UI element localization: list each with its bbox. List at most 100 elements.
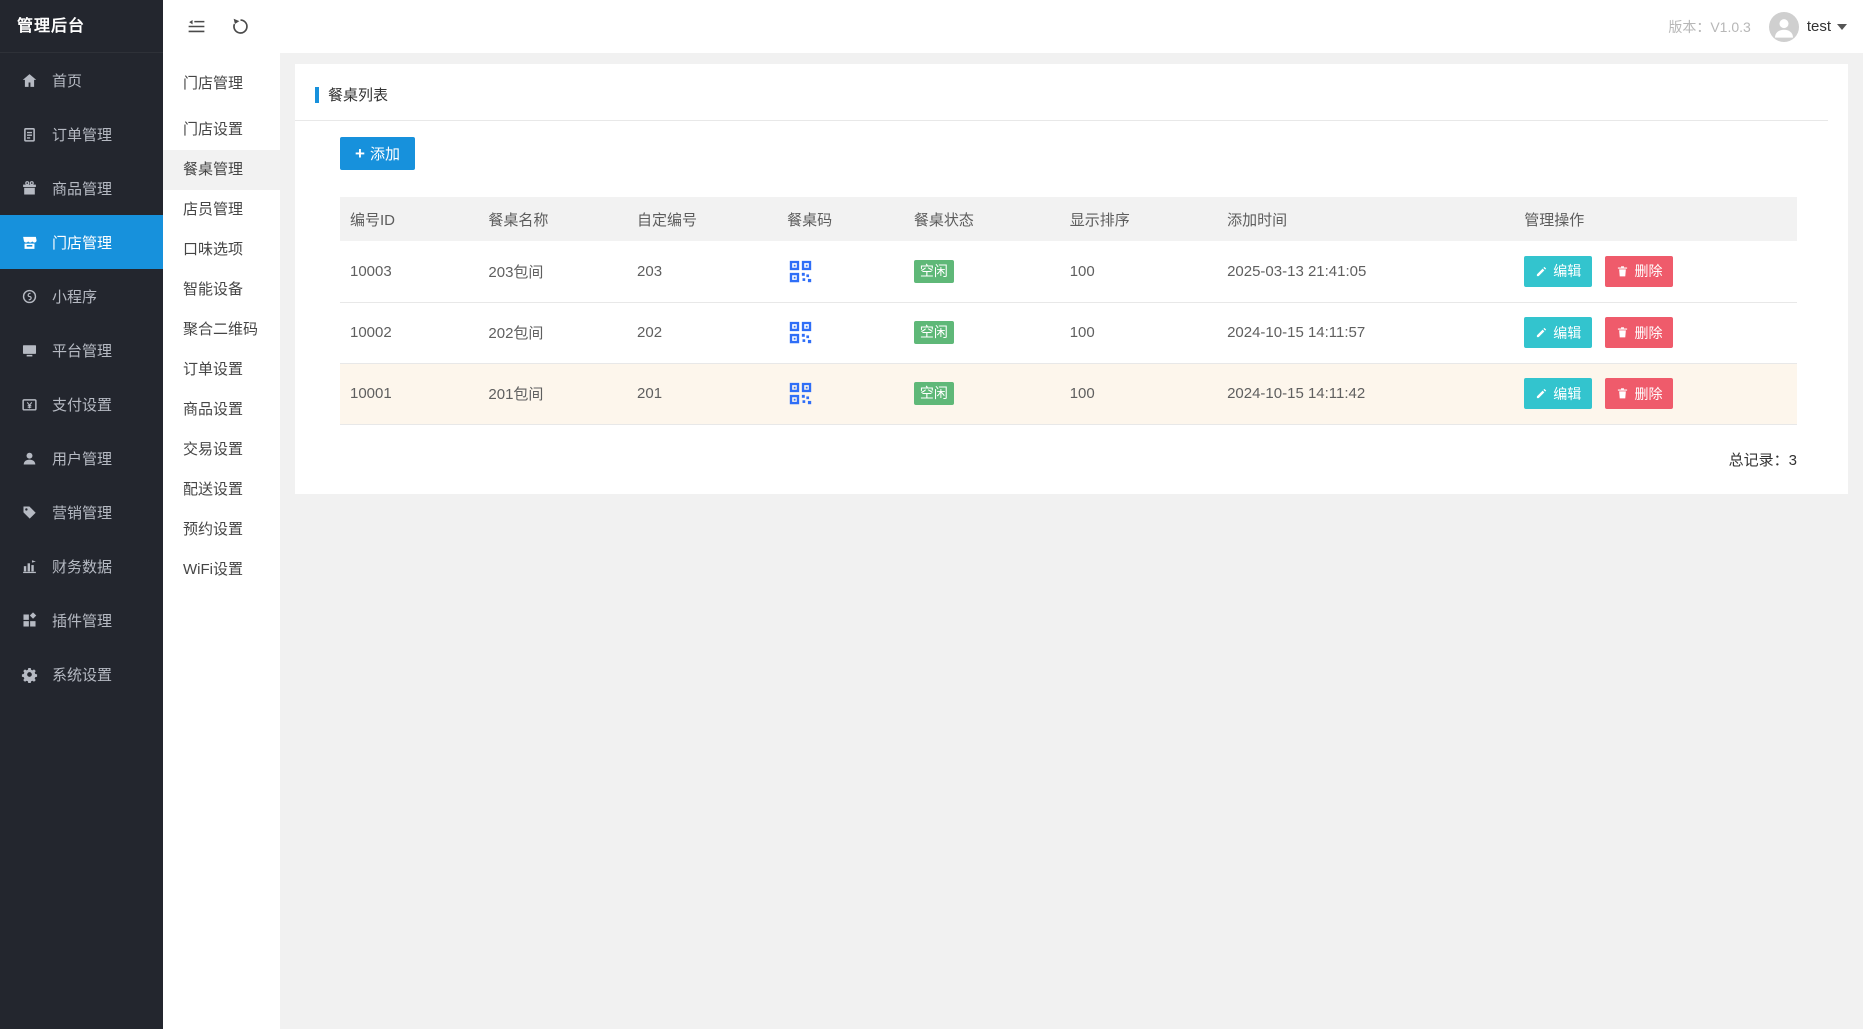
sidebar-item[interactable]: 支付设置	[0, 377, 163, 431]
column-header: 餐桌名称	[478, 197, 627, 241]
submenu-item[interactable]: 配送设置	[163, 470, 280, 510]
edit-button-label: 编辑	[1553, 261, 1581, 281]
column-header: 编号ID	[340, 197, 478, 241]
sidebar-item[interactable]: 系统设置	[0, 647, 163, 701]
edit-button[interactable]: 编辑	[1524, 256, 1592, 287]
avatar[interactable]	[1769, 12, 1799, 42]
add-button-label: 添加	[370, 143, 400, 164]
submenu-item[interactable]: 口味选项	[163, 230, 280, 270]
sidebar-item-label: 用户管理	[52, 448, 112, 469]
add-button[interactable]: + 添加	[340, 137, 415, 170]
cell-id: 10001	[340, 363, 478, 424]
submenu-item[interactable]: 餐桌管理	[163, 150, 280, 190]
cell-code: 202	[627, 302, 777, 363]
submenu-item[interactable]: 聚合二维码	[163, 310, 280, 350]
sidebar-item[interactable]: 平台管理	[0, 323, 163, 377]
sidebar-item-label: 支付设置	[52, 394, 112, 415]
sidebar-item-icon	[21, 396, 38, 413]
main-content: 餐桌列表 + 添加	[280, 53, 1863, 1029]
sidebar-item[interactable]: 插件管理	[0, 593, 163, 647]
qr-code-icon[interactable]	[787, 380, 814, 407]
delete-button[interactable]: 删除	[1605, 256, 1673, 287]
edit-button[interactable]: 编辑	[1524, 317, 1592, 348]
title-accent-bar	[315, 87, 319, 103]
sidebar-item[interactable]: 用户管理	[0, 431, 163, 485]
table-card: 餐桌列表 + 添加	[295, 64, 1848, 494]
cell-id: 10003	[340, 241, 478, 302]
table-header-row: 编号ID餐桌名称自定编号餐桌码餐桌状态显示排序添加时间管理操作	[340, 197, 1797, 241]
card-title-row: 餐桌列表	[295, 64, 1828, 121]
sidebar-item[interactable]: 营销管理	[0, 485, 163, 539]
collapse-menu-icon[interactable]	[186, 16, 207, 37]
cell-id: 10002	[340, 302, 478, 363]
secondary-sidebar: 门店管理 门店设置 餐桌管理 店员管理 口味选项 智能设备 聚合二维码 订单设置…	[163, 53, 280, 1029]
qr-code-icon[interactable]	[787, 319, 814, 346]
sidebar-item-icon	[21, 450, 38, 467]
total-records: 总记录：3	[340, 449, 1797, 470]
sidebar-item-icon	[21, 666, 38, 683]
refresh-icon[interactable]	[230, 16, 251, 37]
delete-button[interactable]: 删除	[1605, 378, 1673, 409]
cell-time: 2024-10-15 14:11:57	[1217, 302, 1514, 363]
caret-down-icon	[1837, 24, 1847, 30]
submenu-item[interactable]: 商品设置	[163, 390, 280, 430]
primary-sidebar: 管理后台 首页 订单管理 商品管理	[0, 0, 163, 1029]
sidebar-item[interactable]: 商品管理	[0, 161, 163, 215]
submenu-item[interactable]: 交易设置	[163, 430, 280, 470]
sidebar-item[interactable]: 财务数据	[0, 539, 163, 593]
cell-name: 201包间	[478, 363, 627, 424]
trash-icon	[1616, 387, 1629, 400]
sidebar-item-icon	[21, 180, 38, 197]
edit-button[interactable]: 编辑	[1524, 378, 1592, 409]
submenu-item[interactable]: 预约设置	[163, 510, 280, 550]
topbar: 版本：V1.0.3 test	[163, 0, 1863, 53]
submenu-item[interactable]: 店员管理	[163, 190, 280, 230]
sidebar-item-icon	[21, 288, 38, 305]
sidebar-item-label: 小程序	[52, 286, 97, 307]
edit-button-label: 编辑	[1553, 323, 1581, 343]
qr-code-icon[interactable]	[787, 258, 814, 285]
submenu-item[interactable]: 门店设置	[163, 110, 280, 150]
submenu-item[interactable]: 门店管理	[163, 62, 280, 110]
submenu-item[interactable]: 智能设备	[163, 270, 280, 310]
trash-icon	[1616, 326, 1629, 339]
sidebar-item[interactable]: 门店管理	[0, 215, 163, 269]
cell-time: 2024-10-15 14:11:42	[1217, 363, 1514, 424]
sidebar-item[interactable]: 小程序	[0, 269, 163, 323]
column-header: 餐桌码	[777, 197, 904, 241]
table-row: 10002 202包间 202 空闲 100 2024-10-15 14:11:…	[340, 302, 1797, 363]
username: test	[1807, 18, 1831, 35]
sidebar-item-icon	[21, 558, 38, 575]
column-header: 显示排序	[1060, 197, 1217, 241]
table-row: 10001 201包间 201 空闲 100 2024-10-15 14:11:…	[340, 363, 1797, 424]
cell-sort: 100	[1060, 363, 1217, 424]
sidebar-item-icon	[21, 612, 38, 629]
cell-name: 202包间	[478, 302, 627, 363]
column-header: 餐桌状态	[904, 197, 1060, 241]
delete-button[interactable]: 删除	[1605, 317, 1673, 348]
pencil-icon	[1535, 387, 1548, 400]
submenu-item[interactable]: 订单设置	[163, 350, 280, 390]
delete-button-label: 删除	[1634, 261, 1662, 281]
pencil-icon	[1535, 326, 1548, 339]
status-badge: 空闲	[914, 382, 954, 405]
user-menu[interactable]: test	[1807, 18, 1847, 35]
app-root: 管理后台 首页 订单管理 商品管理	[0, 0, 1863, 1029]
page-title: 餐桌列表	[328, 84, 388, 105]
submenu-item[interactable]: WiFi设置	[163, 550, 280, 590]
column-header: 管理操作	[1514, 197, 1797, 241]
sidebar-item[interactable]: 首页	[0, 53, 163, 107]
sidebar-item-label: 系统设置	[52, 664, 112, 685]
primary-nav: 首页 订单管理 商品管理 门店管理	[0, 53, 163, 701]
cell-sort: 100	[1060, 241, 1217, 302]
cell-code: 201	[627, 363, 777, 424]
column-header: 自定编号	[627, 197, 777, 241]
sidebar-item-label: 商品管理	[52, 178, 112, 199]
trash-icon	[1616, 265, 1629, 278]
sidebar-item-label: 营销管理	[52, 502, 112, 523]
tables-table: 编号ID餐桌名称自定编号餐桌码餐桌状态显示排序添加时间管理操作 10003 20…	[340, 197, 1797, 425]
sidebar-item[interactable]: 订单管理	[0, 107, 163, 161]
sidebar-item-label: 财务数据	[52, 556, 112, 577]
cell-name: 203包间	[478, 241, 627, 302]
sidebar-item-icon	[21, 504, 38, 521]
